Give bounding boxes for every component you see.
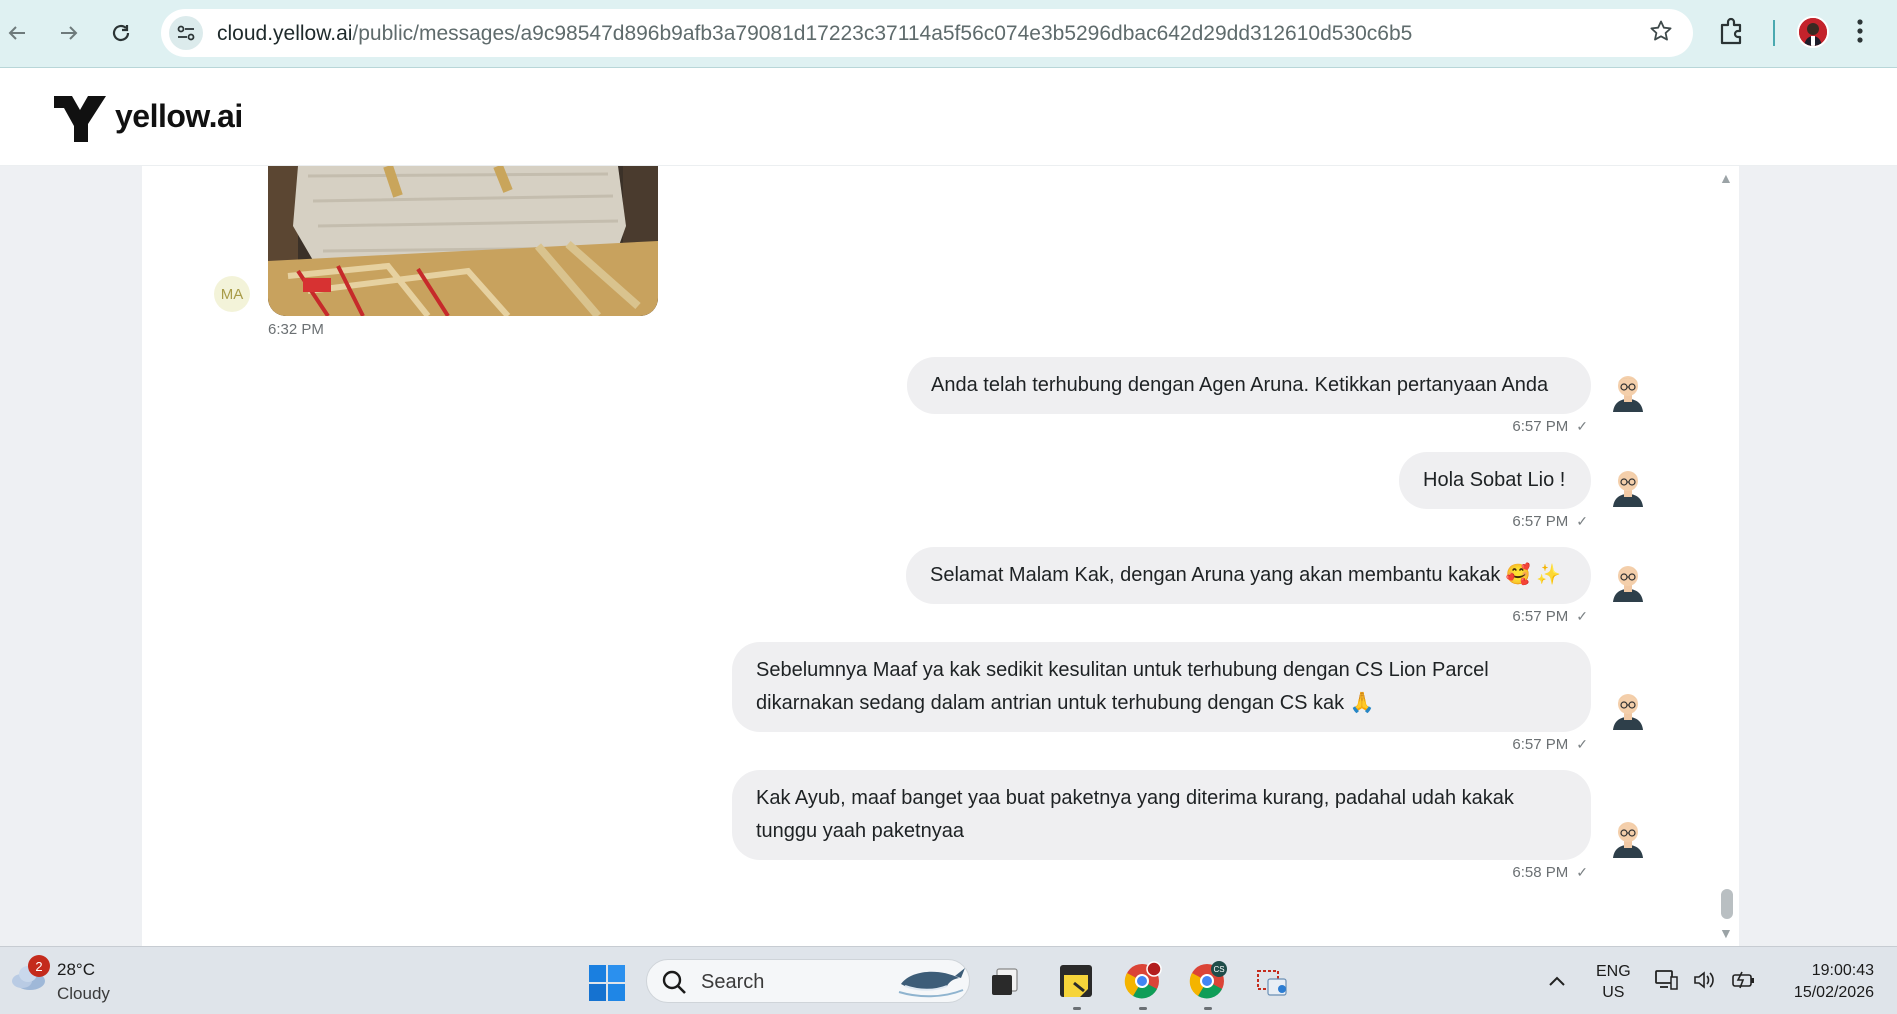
chevron-up-icon[interactable] <box>1548 967 1566 993</box>
message-meta: 6:57 PM ✓ <box>1512 418 1588 435</box>
running-indicator <box>1073 1007 1081 1010</box>
message-timestamp: 6:57 PM <box>1512 418 1569 435</box>
message-meta: 6:58 PM ✓ <box>1512 864 1588 881</box>
clock-date: 15/02/2026 <box>1793 984 1874 1001</box>
check-icon: ✓ <box>1576 864 1588 880</box>
check-icon: ✓ <box>1576 513 1588 529</box>
whale-search-highlight-icon <box>897 964 967 1003</box>
url-path: /public/messages/a9c98547d896b9afb3a7908… <box>352 22 1413 45</box>
reload-icon[interactable] <box>104 16 138 50</box>
url-text[interactable]: cloud.yellow.ai/public/messages/a9c98547… <box>217 22 1412 46</box>
message-timestamp: 6:32 PM <box>268 321 324 338</box>
chrome-profile-badge: CS <box>1213 965 1224 974</box>
weather-description[interactable]: Cloudy <box>57 984 110 1004</box>
scrollbar-thumb[interactable] <box>1721 889 1733 919</box>
taskbar-search[interactable]: Search <box>646 959 970 1003</box>
message-timestamp: 6:57 PM <box>1512 608 1569 625</box>
browser-toolbar: cloud.yellow.ai/public/messages/a9c98547… <box>0 0 1897 68</box>
notification-badge: 2 <box>28 955 50 977</box>
windows-taskbar: 2 28°C Cloudy Search CS ENG US 19:00:43 … <box>0 946 1897 1014</box>
extensions-icon[interactable] <box>1718 16 1746 51</box>
language-indicator[interactable]: ENG US <box>1596 961 1631 1003</box>
sticky-notes-icon[interactable] <box>1056 961 1096 1001</box>
message-timestamp: 6:57 PM <box>1512 736 1569 753</box>
language-code: ENG <box>1596 963 1631 980</box>
agent-avatar <box>1609 562 1647 602</box>
forward-arrow-icon[interactable] <box>52 16 86 50</box>
agent-avatar <box>1609 467 1647 507</box>
agent-message-bubble: Hola Sobat Lio ! <box>1399 452 1591 509</box>
running-indicator <box>1204 1007 1212 1010</box>
yellow-ai-logo-icon <box>54 96 106 147</box>
message-meta: 6:57 PM ✓ <box>1512 736 1588 753</box>
check-icon: ✓ <box>1576 608 1588 624</box>
agent-message-bubble: Anda telah terhubung dengan Agen Aruna. … <box>907 357 1591 414</box>
logo-text: yellow.ai <box>115 98 243 134</box>
check-icon: ✓ <box>1576 736 1588 752</box>
profile-avatar[interactable] <box>1797 16 1829 48</box>
system-tray <box>1654 969 1756 996</box>
agent-avatar <box>1609 818 1647 858</box>
chrome-profile-2-icon[interactable]: CS <box>1187 961 1227 1001</box>
customer-avatar: MA <box>214 276 250 312</box>
chrome-profile-1-icon[interactable] <box>1122 961 1162 1001</box>
agent-message-bubble: Selamat Malam Kak, dengan Aruna yang aka… <box>906 547 1591 604</box>
star-icon[interactable] <box>1649 19 1673 50</box>
scroll-up-arrow-icon[interactable]: ▲ <box>1719 170 1733 186</box>
agent-avatar <box>1609 372 1647 412</box>
app-header: yellow.ai <box>0 68 1897 166</box>
task-view-icon[interactable] <box>985 961 1025 1001</box>
message-meta: 6:57 PM ✓ <box>1512 513 1588 530</box>
address-bar[interactable]: cloud.yellow.ai/public/messages/a9c98547… <box>161 9 1693 57</box>
toolbar-divider <box>1773 20 1775 46</box>
agent-message-bubble: Sebelumnya Maaf ya kak sedikit kesulitan… <box>732 642 1591 732</box>
running-indicator <box>1139 1007 1147 1010</box>
message-timestamp: 6:57 PM <box>1512 513 1569 530</box>
scroll-down-arrow-icon[interactable]: ▼ <box>1719 925 1733 941</box>
shared-photo[interactable] <box>268 166 658 316</box>
message-meta: 6:57 PM ✓ <box>1512 608 1588 625</box>
more-menu-icon[interactable] <box>1856 18 1864 51</box>
battery-icon[interactable] <box>1730 969 1756 996</box>
clock-time: 19:00:43 <box>1811 962 1874 979</box>
search-icon <box>661 969 687 1000</box>
back-arrow-icon[interactable] <box>0 16 34 50</box>
agent-avatar <box>1609 690 1647 730</box>
weather-temperature[interactable]: 28°C <box>57 960 95 980</box>
network-icon[interactable] <box>1654 969 1678 996</box>
volume-icon[interactable] <box>1692 969 1716 996</box>
message-timestamp: 6:58 PM <box>1512 864 1569 881</box>
url-host: cloud.yellow.ai <box>217 22 353 45</box>
site-settings-icon[interactable] <box>169 16 203 50</box>
region-code: US <box>1602 984 1625 1001</box>
check-icon: ✓ <box>1576 418 1588 434</box>
windows-start-icon[interactable] <box>589 965 625 1006</box>
snipping-tool-icon[interactable] <box>1254 961 1294 1001</box>
search-label: Search <box>701 971 765 993</box>
agent-message-bubble: Kak Ayub, maaf banget yaa buat paketnya … <box>732 770 1591 860</box>
system-clock[interactable]: 19:00:43 15/02/2026 <box>1774 960 1874 1004</box>
